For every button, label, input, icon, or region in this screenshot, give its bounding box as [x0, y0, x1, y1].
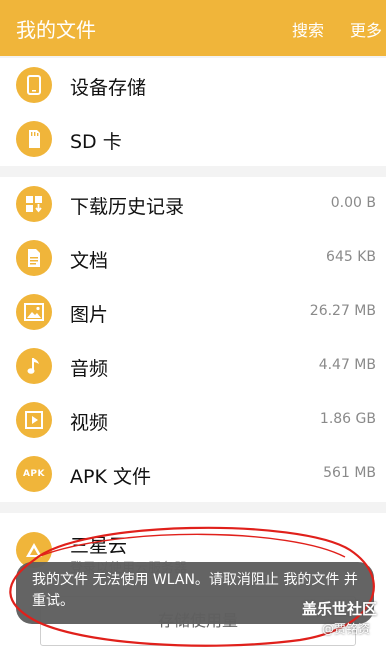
download-icon — [16, 186, 52, 222]
watermark-title: 盖乐世社区 — [302, 600, 378, 618]
list-item-label: 文档 — [70, 250, 109, 272]
list-item-apk[interactable]: APK APK 文件 561 MB — [0, 447, 386, 501]
list-item-video[interactable]: 视频 1.86 GB — [0, 393, 386, 447]
apk-icon: APK — [16, 456, 52, 492]
list-item-images[interactable]: 图片 26.27 MB — [0, 285, 386, 339]
list-item-label: 三星云 — [70, 535, 128, 557]
list-item-size: 0.00 B — [330, 195, 376, 211]
list-item-documents[interactable]: 文档 645 KB — [0, 231, 386, 285]
list-item-device-storage[interactable]: 设备存储 — [0, 58, 386, 112]
watermark: 盖乐世社区 @贾铭资 — [302, 598, 378, 636]
list-item-size: 1.86 GB — [319, 411, 376, 427]
storage-list: 设备存储 SD 卡 — [0, 58, 386, 166]
music-note-icon — [16, 348, 52, 384]
list-item-size: 645 KB — [326, 249, 376, 265]
phone-icon — [16, 67, 52, 103]
list-item-label: 视频 — [70, 412, 109, 434]
list-item-label: 下载历史记录 — [70, 196, 185, 218]
category-list: 下载历史记录 0.00 B 文档 645 KB 图片 26.27 MB 音频 4… — [0, 177, 386, 502]
watermark-user: @贾铭资 — [322, 622, 371, 636]
list-item-label: SD 卡 — [70, 131, 122, 153]
search-button[interactable]: 搜索 — [292, 17, 324, 41]
document-icon — [16, 240, 52, 276]
page-title: 我的文件 — [16, 18, 96, 42]
list-item-size: 561 MB — [323, 465, 376, 481]
list-item-size: 26.27 MB — [309, 303, 376, 319]
list-item-label: 图片 — [70, 304, 109, 326]
app-bar: 我的文件 搜索 更多 — [0, 0, 386, 56]
video-icon — [16, 402, 52, 438]
sd-card-icon — [16, 121, 52, 157]
list-item-download-history[interactable]: 下载历史记录 0.00 B — [0, 177, 386, 231]
list-item-label: APK 文件 — [70, 466, 151, 488]
more-button[interactable]: 更多 — [350, 17, 382, 41]
list-item-label: 设备存储 — [70, 77, 147, 99]
list-item-audio[interactable]: 音频 4.47 MB — [0, 339, 386, 393]
list-item-label: 音频 — [70, 358, 109, 380]
list-item-sd-card[interactable]: SD 卡 — [0, 112, 386, 166]
list-item-size: 4.47 MB — [318, 357, 376, 373]
image-icon — [16, 294, 52, 330]
